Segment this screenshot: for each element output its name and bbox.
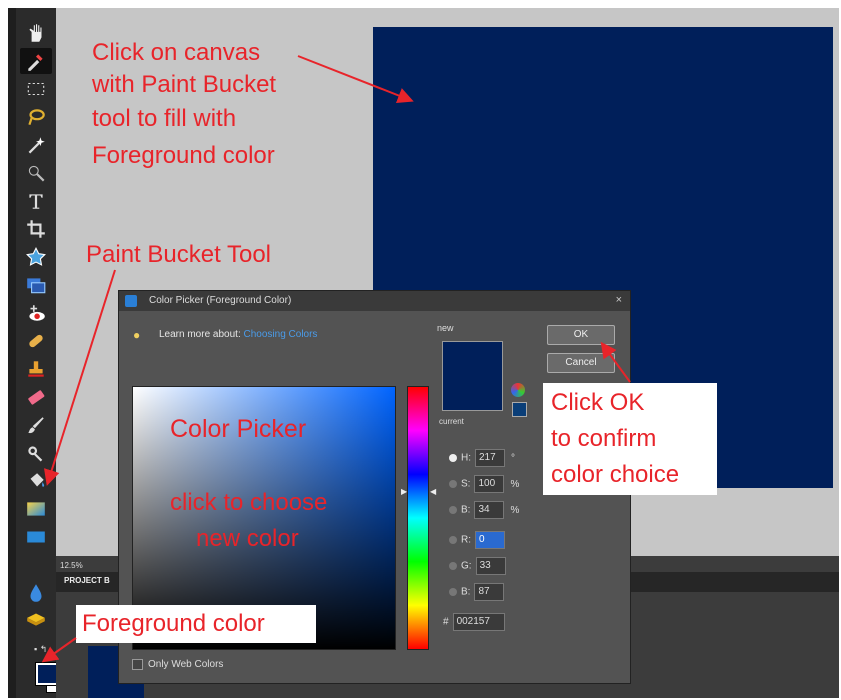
saturation-label: S: bbox=[461, 478, 471, 490]
learn-more: Learn more about: Choosing Colors bbox=[159, 329, 317, 340]
blue-input[interactable]: 87 bbox=[474, 583, 505, 601]
foreground-color-swatch[interactable] bbox=[35, 662, 59, 686]
eraser-tool-icon[interactable] bbox=[20, 384, 52, 410]
annotation-foreground: Foreground color bbox=[82, 610, 265, 637]
green-field[interactable]: G: 33 bbox=[449, 557, 506, 575]
hex-input[interactable]: 002157 bbox=[452, 613, 505, 631]
smart-brush-tool-icon[interactable] bbox=[20, 440, 52, 466]
hue-slider[interactable] bbox=[407, 386, 429, 650]
lightbulb-icon: ● bbox=[133, 328, 141, 342]
close-icon[interactable]: × bbox=[616, 294, 622, 306]
new-color-swatch bbox=[442, 341, 503, 411]
clone-stamp-tool-icon[interactable] bbox=[20, 356, 52, 382]
marquee-tool-icon[interactable] bbox=[20, 76, 52, 102]
cookie-cutter-tool-icon[interactable] bbox=[20, 244, 52, 270]
zoom-level: 12.5% bbox=[60, 561, 83, 570]
annotation-canvas-3: tool to fill with bbox=[92, 105, 237, 132]
brightness-label: B: bbox=[461, 504, 471, 516]
saturation-unit: % bbox=[510, 478, 520, 490]
blue-radio[interactable] bbox=[449, 588, 457, 596]
annotation-choose-2: new color bbox=[196, 525, 299, 552]
saturation-radio[interactable] bbox=[449, 480, 457, 488]
annotation-ok-3: color choice bbox=[551, 461, 680, 488]
cancel-button[interactable]: Cancel bbox=[547, 353, 615, 373]
quick-selection-tool-icon[interactable] bbox=[20, 160, 52, 186]
hex-label: # bbox=[443, 616, 449, 628]
brightness-unit: % bbox=[510, 504, 520, 516]
hue-slider-right-arrow-icon[interactable]: ◀ bbox=[430, 487, 436, 496]
dialog-titlebar[interactable]: Color Picker (Foreground Color) × bbox=[119, 291, 630, 311]
swap-colors-icon[interactable]: ▪ ↰ bbox=[34, 644, 47, 655]
hue-unit: ° bbox=[511, 452, 515, 464]
hand-tool-icon[interactable] bbox=[20, 20, 52, 46]
blur-tool-icon[interactable] bbox=[20, 580, 52, 606]
hue-label: H: bbox=[461, 452, 471, 464]
sponge-tool-icon[interactable] bbox=[20, 606, 52, 632]
recompose-tool-icon[interactable] bbox=[20, 272, 52, 298]
hue-radio[interactable] bbox=[449, 454, 457, 462]
toolbox: ▪ ↰ bbox=[16, 8, 66, 698]
type-tool-icon[interactable] bbox=[20, 188, 52, 214]
only-web-colors-checkbox[interactable] bbox=[132, 659, 143, 670]
brightness-radio[interactable] bbox=[449, 506, 457, 514]
red-field[interactable]: R: 0 bbox=[449, 531, 505, 549]
red-radio[interactable] bbox=[449, 536, 457, 544]
web-safe-swatch[interactable] bbox=[512, 402, 527, 417]
only-web-colors[interactable]: Only Web Colors bbox=[132, 659, 223, 670]
dialog-title: Color Picker (Foreground Color) bbox=[149, 295, 292, 306]
brush-tool-icon[interactable] bbox=[20, 412, 52, 438]
annotation-paint-bucket: Paint Bucket Tool bbox=[86, 241, 272, 268]
ok-button[interactable]: OK bbox=[547, 325, 615, 345]
green-label: G: bbox=[461, 560, 472, 572]
annotation-ok-2: to confirm bbox=[551, 425, 657, 452]
lasso-tool-icon[interactable] bbox=[20, 104, 52, 130]
blue-field[interactable]: B: 87 bbox=[449, 583, 505, 601]
saturation-input[interactable]: 100 bbox=[474, 475, 505, 493]
hue-input[interactable]: 217 bbox=[475, 449, 505, 467]
red-label: R: bbox=[461, 534, 471, 546]
annotation-canvas-2: with Paint Bucket bbox=[92, 71, 277, 98]
learn-more-link[interactable]: Choosing Colors bbox=[244, 329, 318, 340]
new-color-label: new bbox=[437, 323, 454, 333]
green-input[interactable]: 33 bbox=[475, 557, 506, 575]
red-input[interactable]: 0 bbox=[475, 531, 505, 549]
hex-field[interactable]: #002157 bbox=[443, 613, 505, 631]
blue-label: B: bbox=[461, 586, 471, 598]
gamut-warning-icon[interactable] bbox=[511, 383, 525, 397]
only-web-colors-label: Only Web Colors bbox=[148, 659, 224, 671]
brightness-field[interactable]: B: 34% bbox=[449, 501, 519, 519]
annotation-canvas-4: Foreground color bbox=[92, 142, 275, 169]
saturation-field[interactable]: S: 100% bbox=[449, 475, 519, 493]
magic-wand-tool-icon[interactable] bbox=[20, 132, 52, 158]
red-eye-tool-icon[interactable] bbox=[20, 300, 52, 326]
brightness-input[interactable]: 34 bbox=[474, 501, 505, 519]
project-bin-label[interactable]: PROJECT B bbox=[64, 576, 110, 585]
annotation-choose-1: click to choose bbox=[170, 489, 328, 516]
hue-slider-left-arrow-icon[interactable]: ▶ bbox=[401, 487, 407, 496]
app-icon bbox=[125, 295, 137, 307]
paint-bucket-tool-icon[interactable] bbox=[20, 468, 52, 494]
annotation-color-picker: Color Picker bbox=[170, 415, 307, 443]
crop-tool-icon[interactable] bbox=[20, 216, 52, 242]
current-color-label: current bbox=[439, 417, 464, 426]
healing-brush-tool-icon[interactable] bbox=[20, 328, 52, 354]
annotation-ok-1: Click OK bbox=[551, 389, 645, 416]
eyedropper-tool-icon[interactable] bbox=[20, 48, 52, 74]
annotation-canvas-1: Click on canvas bbox=[92, 39, 261, 66]
gradient-tool-icon[interactable] bbox=[20, 496, 52, 522]
green-radio[interactable] bbox=[449, 562, 457, 570]
hue-field[interactable]: H: 217 ° bbox=[449, 449, 515, 467]
shape-tool-icon[interactable] bbox=[20, 524, 52, 550]
learn-more-label: Learn more about: bbox=[159, 329, 241, 340]
